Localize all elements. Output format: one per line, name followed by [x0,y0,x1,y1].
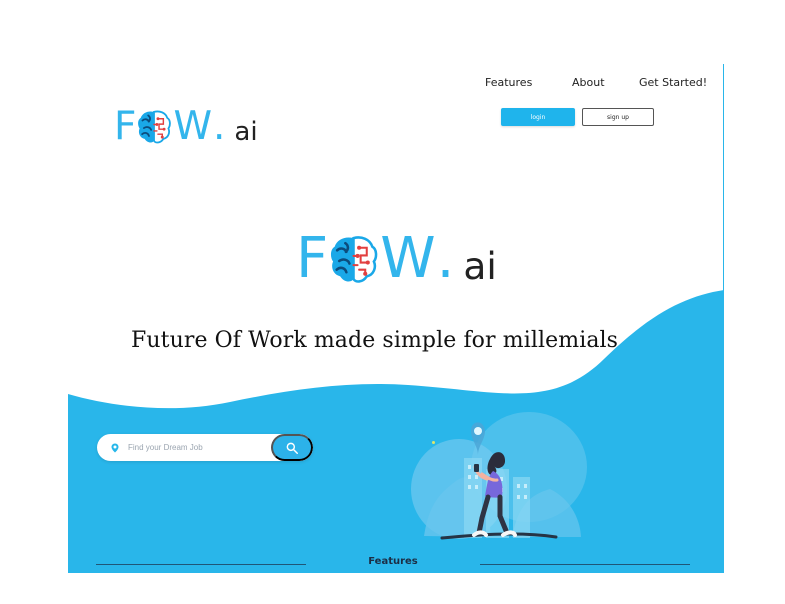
job-search-button[interactable] [271,434,313,461]
nav-about-link[interactable]: About [572,76,605,89]
logo-letter-f: F [114,104,136,149]
login-button[interactable]: login [501,108,575,126]
hero-brain-icon [328,234,379,285]
header-logo[interactable]: F W . ai [114,107,258,146]
features-section-divider: Features [96,556,690,572]
logo-dot: . [213,104,226,149]
hero-logo-ai: ai [463,244,497,289]
job-search-bar [97,434,313,461]
features-right-line [480,564,690,565]
hero-logo-letter-f: F [296,226,328,291]
logo-letter-w: W [173,104,212,149]
landing-page: Features About Get Started! login sign u… [0,0,785,604]
map-pin-icon [110,443,120,453]
hero-logo: F W . ai [296,231,497,287]
nav-features-link[interactable]: Features [485,76,532,89]
sign-up-button[interactable]: sign up [582,108,654,126]
features-section-label: Features [368,556,418,567]
auth-buttons: login sign up [501,108,654,126]
logo-ai: ai [234,116,258,147]
hero-logo-dot: . [436,226,455,291]
person-with-phone-illustration [404,411,594,543]
brain-icon [136,109,172,145]
hero-logo-letter-w: W [380,226,435,291]
hero-wave-background [68,290,724,573]
job-search-input[interactable] [126,436,270,459]
search-icon [286,442,298,454]
nav-get-started-link[interactable]: Get Started! [639,76,707,89]
